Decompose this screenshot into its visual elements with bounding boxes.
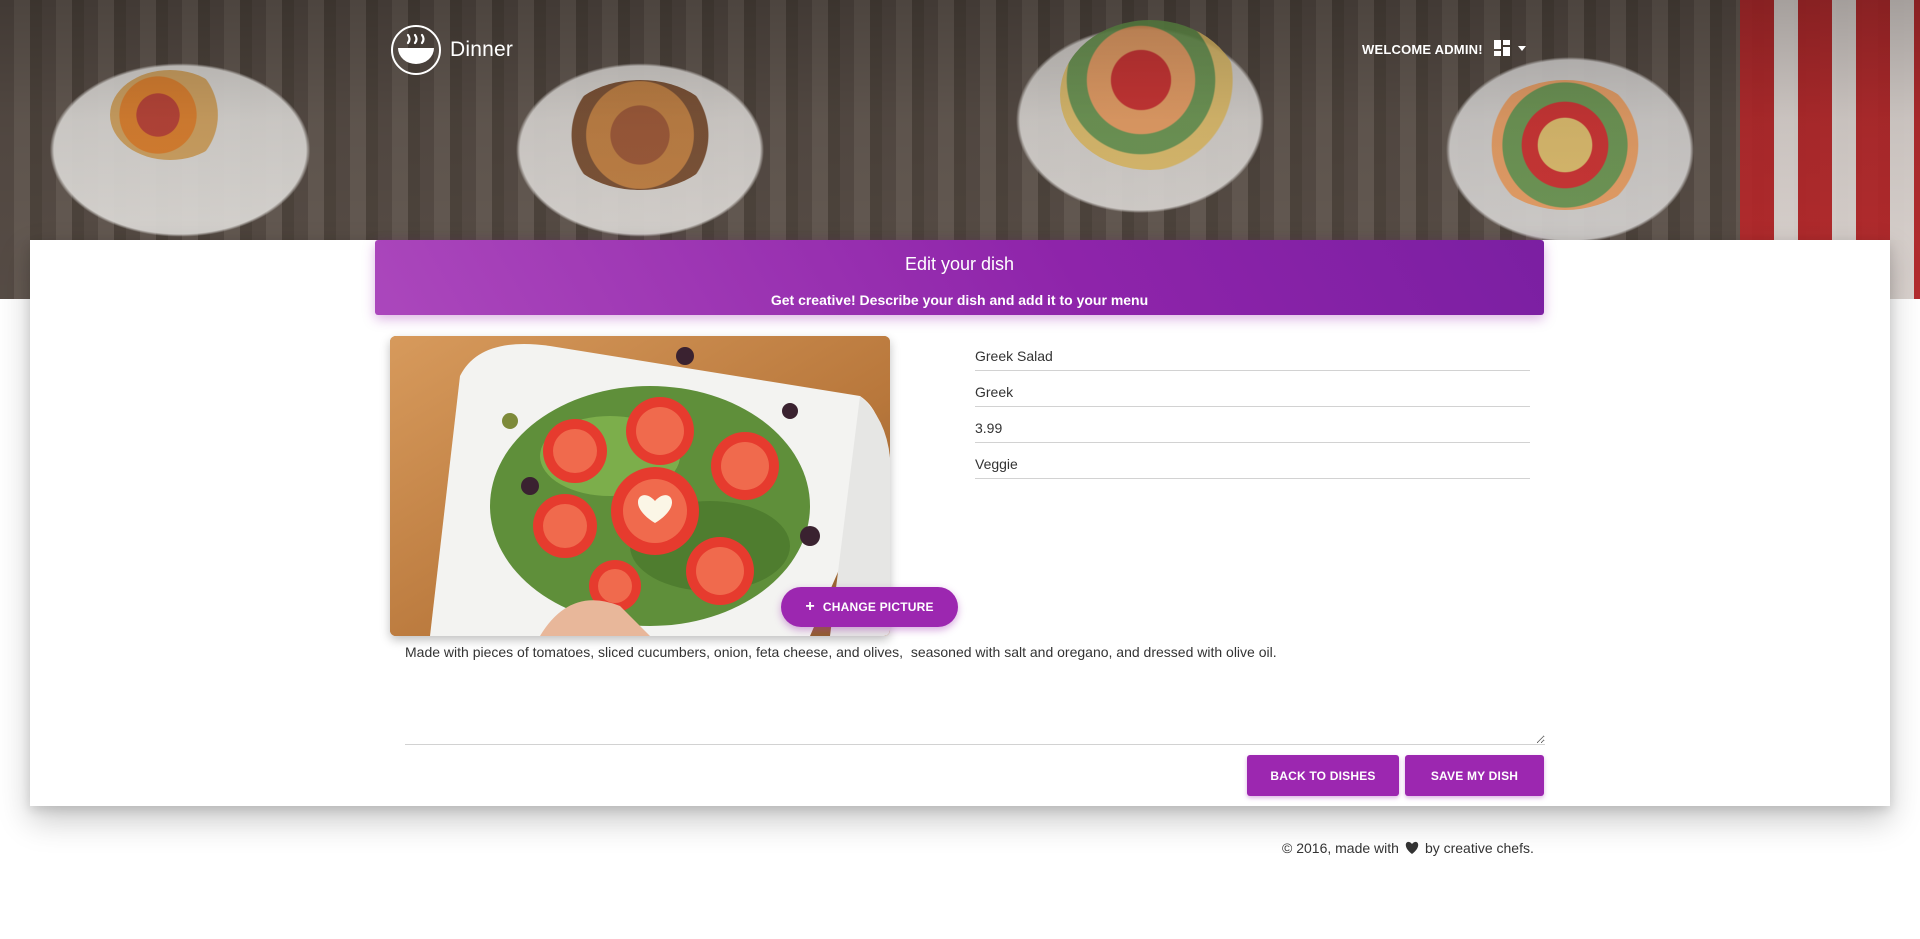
back-to-dishes-button[interactable]: BACK TO DISHES (1247, 755, 1399, 796)
plus-icon: + (805, 598, 815, 615)
bowl-icon (391, 25, 441, 75)
brand-name: Dinner (450, 38, 514, 61)
footer: © 2016, made with by creative chefs. (1282, 840, 1534, 856)
page-subtitle: Get creative! Describe your dish and add… (770, 292, 1149, 308)
chevron-down-icon (1518, 45, 1526, 51)
dish-category-input[interactable] (975, 450, 1530, 479)
save-dish-button[interactable]: SAVE MY DISH (1405, 755, 1544, 796)
welcome-text: WELCOME ADMIN! (1362, 42, 1483, 57)
dashboard-icon (1494, 40, 1510, 56)
heart-icon (1405, 841, 1419, 854)
dish-cuisine-input[interactable] (975, 378, 1530, 407)
dashboard-menu-toggle[interactable] (1494, 40, 1526, 56)
footer-suffix: by creative chefs. (1424, 840, 1534, 856)
footer-prefix: © 2016, made with (1282, 840, 1399, 856)
change-picture-button[interactable]: + CHANGE PICTURE (781, 587, 958, 627)
brand-logo-link[interactable]: Dinner (390, 24, 513, 76)
card-header: Edit your dish Get creative! Describe yo… (375, 240, 1544, 315)
dish-price-input[interactable] (975, 414, 1530, 443)
change-picture-label: CHANGE PICTURE (822, 600, 934, 614)
page-title: Edit your dish (904, 254, 1015, 274)
dish-description-textarea[interactable]: Made with pieces of tomatoes, sliced cuc… (405, 642, 1545, 745)
dish-name-input[interactable] (975, 342, 1530, 371)
